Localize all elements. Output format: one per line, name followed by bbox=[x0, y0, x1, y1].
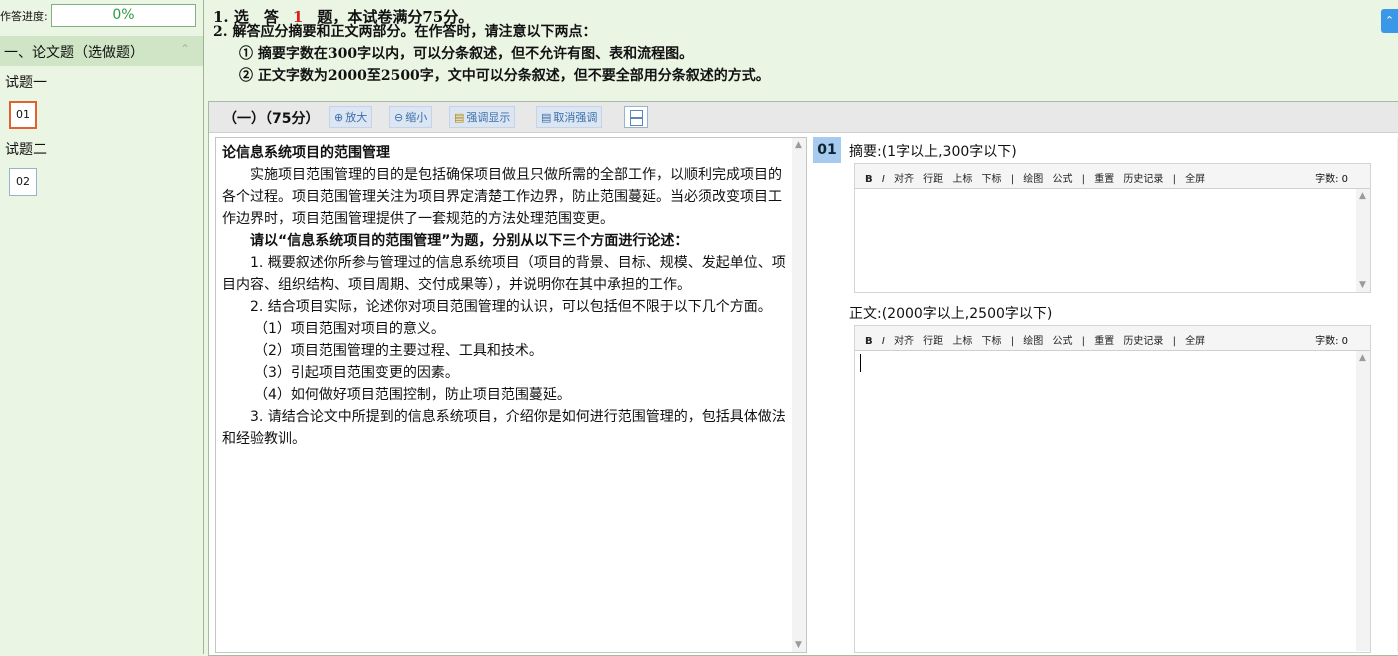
abstract-editor[interactable]: B I 对齐 行距 上标 下标 | 绘图 公式 | 重置 历史记录 | 全屏 字… bbox=[854, 163, 1371, 293]
answer-area: 01 摘要:(1字以上,300字以下) B I 对齐 行距 上标 下标 | 绘图… bbox=[813, 137, 1398, 653]
body-label: 正文:(2000字以上,2500字以下) bbox=[849, 306, 1053, 322]
line-spacing-tool[interactable]: 行距 bbox=[923, 174, 943, 185]
cancel-highlight-label: 取消强调 bbox=[553, 111, 598, 124]
formula-tool[interactable]: 公式 bbox=[1052, 336, 1072, 347]
progress-row: 作答进度: 0% bbox=[0, 2, 203, 28]
scroll-up-icon[interactable]: ▲ bbox=[795, 140, 802, 150]
progress-bar: 0% bbox=[51, 4, 196, 27]
italic-tool[interactable]: I bbox=[882, 174, 885, 185]
tool-separator: | bbox=[1081, 174, 1086, 185]
zoom-in-button[interactable]: ⊕ 放大 bbox=[329, 106, 373, 128]
instruction-line-3: ① 摘要字数在300字以内，可以分条叙述，但不允许有图、表和流程图。 bbox=[239, 46, 694, 62]
question-paragraph-5: 3. 请结合论文中所提到的信息系统项目，介绍你是如何进行范围管理的，包括具体做法… bbox=[222, 409, 786, 447]
scroll-down-icon[interactable]: ▼ bbox=[1359, 280, 1366, 290]
question-paragraph-4: 2. 结合项目实际，论述你对项目范围管理的认识，可以包括但不限于以下几个方面。 bbox=[250, 299, 772, 315]
layout-toggle-button[interactable] bbox=[624, 106, 648, 128]
zoom-in-icon: ⊕ bbox=[334, 111, 344, 124]
question-content: 论信息系统项目的范围管理 实施项目范围管理的目的是包括确保项目做且只做所需的全部… bbox=[222, 142, 786, 450]
zoom-out-icon: ⊖ bbox=[394, 111, 404, 124]
history-tool[interactable]: 历史记录 bbox=[1123, 174, 1163, 185]
highlight-icon: ▤ bbox=[454, 111, 465, 124]
double-chevron-up-icon[interactable]: ⌃ bbox=[1381, 9, 1398, 33]
group-label-2: 试题二 bbox=[5, 142, 47, 158]
question-sub-3: （3）引起项目范围变更的因素。 bbox=[254, 365, 459, 381]
subscript-tool[interactable]: 下标 bbox=[982, 336, 1002, 347]
question-sub-4: （4）如何做好项目范围控制，防止项目范围蔓延。 bbox=[254, 387, 571, 403]
formula-tool[interactable]: 公式 bbox=[1052, 174, 1072, 185]
zoom-out-label: 缩小 bbox=[405, 111, 428, 124]
answer-number: 01 bbox=[813, 137, 841, 163]
question-text-area: 论信息系统项目的范围管理 实施项目范围管理的目的是包括确保项目做且只做所需的全部… bbox=[215, 137, 807, 653]
draw-tool[interactable]: 绘图 bbox=[1023, 336, 1043, 347]
tool-separator: | bbox=[1172, 336, 1176, 347]
layout-icon-bottom bbox=[630, 118, 643, 126]
superscript-tool[interactable]: 上标 bbox=[952, 174, 972, 185]
group-label-1: 试题一 bbox=[5, 75, 47, 91]
italic-tool[interactable]: I bbox=[882, 336, 885, 347]
superscript-tool[interactable]: 上标 bbox=[952, 336, 972, 347]
abstract-label: 摘要:(1字以上,300字以下) bbox=[849, 144, 1017, 160]
fullscreen-tool[interactable]: 全屏 bbox=[1185, 174, 1205, 185]
body-word-count: 字数: 0 bbox=[1315, 336, 1348, 347]
bold-tool[interactable]: B bbox=[865, 336, 873, 347]
zoom-out-button[interactable]: ⊖ 缩小 bbox=[389, 106, 433, 128]
align-tool[interactable]: 对齐 bbox=[894, 336, 914, 347]
question-scrollbar[interactable]: ▲ ▼ bbox=[792, 138, 806, 652]
body-editor[interactable]: B I 对齐 行距 上标 下标 | 绘图 公式 | 重置 历史记录 | 全屏 字… bbox=[854, 325, 1371, 653]
question-sub-1: （1）项目范围对项目的意义。 bbox=[254, 321, 445, 337]
cancel-highlight-button[interactable]: ▤ 取消强调 bbox=[536, 106, 603, 128]
align-tool[interactable]: 对齐 bbox=[894, 174, 914, 185]
text-caret bbox=[860, 354, 861, 372]
question-title: 论信息系统项目的范围管理 bbox=[222, 145, 390, 161]
line-spacing-tool[interactable]: 行距 bbox=[923, 336, 943, 347]
abstract-word-count: 字数: 0 bbox=[1315, 174, 1348, 185]
question-paragraph-3: 1. 概要叙述你所参与管理过的信息系统项目（项目的背景、目标、规模、发起单位、项… bbox=[222, 255, 786, 293]
question-paragraph-1: 实施项目范围管理的目的是包括确保项目做且只做所需的全部工作，以顺利完成项目的各个… bbox=[222, 167, 782, 227]
abstract-editor-tools: B I 对齐 行距 上标 下标 | 绘图 公式 | 重置 历史记录 | 全屏 bbox=[865, 170, 1211, 185]
draw-tool[interactable]: 绘图 bbox=[1023, 174, 1043, 185]
question-button-02[interactable]: 02 bbox=[9, 168, 37, 196]
zoom-in-label: 放大 bbox=[345, 111, 368, 124]
collapse-up-icon[interactable]: ⌃ bbox=[180, 42, 190, 56]
abstract-scrollbar[interactable]: ▲ ▼ bbox=[1356, 189, 1370, 292]
reset-tool[interactable]: 重置 bbox=[1094, 336, 1114, 347]
question-button-01[interactable]: 01 bbox=[9, 101, 37, 129]
instruction-line-4: ② 正文字数为2000至2500字，文中可以分条叙述，但不要全部用分条叙述的方式… bbox=[239, 68, 770, 84]
subscript-tool[interactable]: 下标 bbox=[982, 174, 1002, 185]
layout-icon-top bbox=[630, 110, 643, 118]
abstract-editor-toolbar: B I 对齐 行距 上标 下标 | 绘图 公式 | 重置 历史记录 | 全屏 字… bbox=[855, 164, 1370, 189]
section-header[interactable]: 一、论文题（选做题） ⌃ bbox=[0, 36, 203, 66]
tool-separator: | bbox=[1010, 174, 1015, 185]
body-scrollbar[interactable]: ▲ bbox=[1356, 351, 1370, 651]
question-label: （一）（75分） bbox=[223, 111, 320, 127]
body-editor-toolbar: B I 对齐 行距 上标 下标 | 绘图 公式 | 重置 历史记录 | 全屏 字… bbox=[855, 326, 1370, 351]
section-title: 一、论文题（选做题） bbox=[4, 45, 144, 61]
question-panel: （一）（75分） ⊕ 放大 ⊖ 缩小 ▤ 强调显示 ▤ 取消强调 论信息系统项目的范围管… bbox=[208, 101, 1398, 656]
question-paragraph-2: 请以“信息系统项目的范围管理”为题，分别从以下三个方面进行论述： bbox=[250, 233, 689, 249]
instruction-line-2: 2. 解答应分摘要和正文两部分。在作答时，请注意以下两点： bbox=[213, 24, 597, 40]
scroll-down-icon[interactable]: ▼ bbox=[795, 640, 802, 650]
fullscreen-tool[interactable]: 全屏 bbox=[1185, 336, 1205, 347]
reset-tool[interactable]: 重置 bbox=[1094, 174, 1114, 185]
tool-separator: | bbox=[1010, 336, 1015, 347]
bold-tool[interactable]: B bbox=[865, 174, 873, 185]
history-tool[interactable]: 历史记录 bbox=[1123, 336, 1163, 347]
highlight-label: 强调显示 bbox=[466, 111, 511, 124]
cancel-highlight-icon: ▤ bbox=[541, 111, 552, 124]
highlight-button[interactable]: ▤ 强调显示 bbox=[449, 106, 516, 128]
scroll-up-icon[interactable]: ▲ bbox=[1359, 353, 1366, 363]
sidebar: 作答进度: 0% 一、论文题（选做题） ⌃ 试题一 01 试题二 02 bbox=[0, 0, 204, 654]
question-toolbar: （一）（75分） ⊕ 放大 ⊖ 缩小 ▤ 强调显示 ▤ 取消强调 bbox=[209, 102, 1398, 133]
body-editor-tools: B I 对齐 行距 上标 下标 | 绘图 公式 | 重置 历史记录 | 全屏 bbox=[865, 332, 1211, 347]
progress-label: 作答进度: bbox=[0, 10, 48, 23]
question-sub-2: （2）项目范围管理的主要过程、工具和技术。 bbox=[254, 343, 543, 359]
scroll-up-icon[interactable]: ▲ bbox=[1359, 191, 1366, 201]
tool-separator: | bbox=[1172, 174, 1176, 185]
tool-separator: | bbox=[1081, 336, 1086, 347]
